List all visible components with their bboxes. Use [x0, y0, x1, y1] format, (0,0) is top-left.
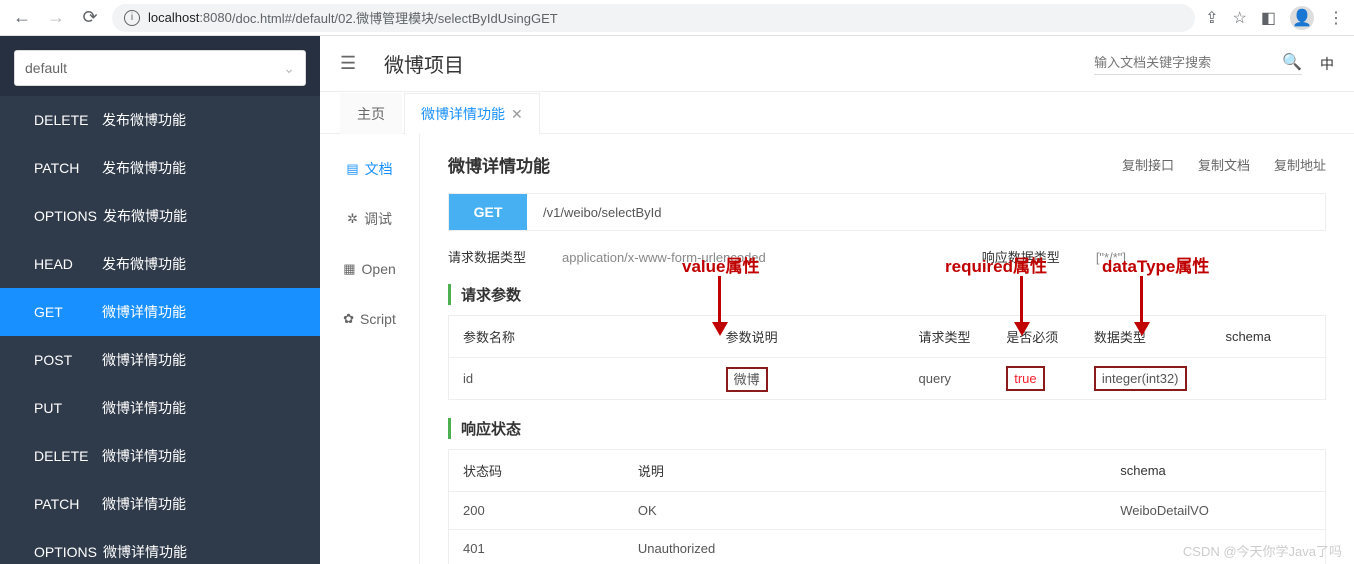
back-button[interactable]: ← [10, 6, 34, 30]
close-icon[interactable]: ✕ [511, 106, 523, 122]
param-required-value: true [1006, 366, 1044, 391]
res-type-value: ["*/*"] [1096, 250, 1126, 265]
subnav-doc[interactable]: ▤文档 [320, 144, 419, 194]
chrome-icons: ⇪ ☆ ◧ 👤 ⋮ [1205, 6, 1344, 30]
bug-icon: ✲ [347, 211, 358, 227]
req-type-label: 请求数据类型 [448, 250, 526, 265]
table-row: id 微博 query true integer(int32) [449, 358, 1326, 400]
group-selector[interactable]: default ⌄ [14, 50, 306, 86]
copy-api-button[interactable]: 复制接口 [1122, 155, 1174, 174]
copy-url-button[interactable]: 复制地址 [1274, 155, 1326, 174]
gear-icon: ✿ [343, 311, 354, 327]
req-params-title: 请求参数 [448, 284, 1326, 305]
api-method: GET [449, 194, 527, 230]
sidebar-item-head-publish[interactable]: HEAD发布微博功能 [0, 240, 320, 288]
main: ☰ 微博项目 🔍 中 主页 微博详情功能✕ ▤文档 ✲调试 ▦Open ✿Scr… [320, 36, 1354, 564]
info-icon: i [124, 10, 140, 26]
menu-list: DELETE发布微博功能 PATCH发布微博功能 OPTIONS发布微博功能 H… [0, 96, 320, 564]
table-header-row: 状态码 说明 schema [449, 450, 1326, 492]
doc-title: 微博详情功能 [448, 152, 550, 177]
app-title: 微博项目 [384, 49, 464, 78]
subnav-open[interactable]: ▦Open [320, 244, 419, 294]
api-row: GET /v1/weibo/selectById [448, 193, 1326, 231]
lang-toggle[interactable]: 中 [1320, 54, 1334, 74]
table-header-row: 参数名称 参数说明 请求类型 是否必须 数据类型 schema [449, 316, 1326, 358]
param-datatype-value: integer(int32) [1094, 366, 1187, 391]
menu-toggle-icon[interactable]: ☰ [340, 53, 368, 74]
url-host: localhost [148, 10, 199, 25]
sidebar-item-patch-publish[interactable]: PATCH发布微博功能 [0, 144, 320, 192]
file-icon: ▦ [343, 261, 355, 277]
tabs: 主页 微博详情功能✕ [320, 92, 1354, 134]
doc-icon: ▤ [346, 161, 358, 177]
sidebar-item-get-detail[interactable]: GET微博详情功能 [0, 288, 320, 336]
sidebar: default ⌄ DELETE发布微博功能 PATCH发布微博功能 OPTIO… [0, 36, 320, 564]
url-bar[interactable]: i localhost:8080/doc.html#/default/02.微博… [112, 4, 1195, 32]
subnav-debug[interactable]: ✲调试 [320, 194, 419, 244]
sidebar-item-patch-detail[interactable]: PATCH微博详情功能 [0, 480, 320, 528]
req-type-value: application/x-www-form-urlencoded [562, 250, 766, 265]
subnav: ▤文档 ✲调试 ▦Open ✿Script [320, 134, 420, 564]
star-icon[interactable]: ☆ [1233, 8, 1247, 28]
table-row: 200 OK WeiboDetailVO [449, 492, 1326, 530]
copy-doc-button[interactable]: 复制文档 [1198, 155, 1250, 174]
sidebar-item-options-publish[interactable]: OPTIONS发布微博功能 [0, 192, 320, 240]
watermark: CSDN @今天你学Java了吗 [1183, 541, 1342, 560]
search-input[interactable] [1094, 55, 1274, 70]
subnav-script[interactable]: ✿Script [320, 294, 419, 344]
tab-home[interactable]: 主页 [340, 93, 402, 134]
chevron-down-icon: ⌄ [283, 60, 295, 77]
reload-button[interactable]: ⟳ [78, 6, 102, 30]
sidebar-item-delete-publish[interactable]: DELETE发布微博功能 [0, 96, 320, 144]
profile-avatar[interactable]: 👤 [1290, 6, 1314, 30]
share-icon[interactable]: ⇪ [1205, 8, 1218, 28]
param-table: 参数名称 参数说明 请求类型 是否必须 数据类型 schema id 微博 qu… [448, 315, 1326, 400]
browser-bar: ← → ⟳ i localhost:8080/doc.html#/default… [0, 0, 1354, 36]
forward-button[interactable]: → [44, 6, 68, 30]
res-status-title: 响应状态 [448, 418, 1326, 439]
content: 微博详情功能 复制接口 复制文档 复制地址 GET /v1/weibo/sele… [420, 134, 1354, 564]
menu-icon[interactable]: ⋮ [1328, 8, 1344, 28]
tab-detail[interactable]: 微博详情功能✕ [404, 93, 540, 134]
search-icon[interactable]: 🔍 [1282, 52, 1302, 72]
param-desc-value: 微博 [726, 367, 768, 392]
header: ☰ 微博项目 🔍 中 [320, 36, 1354, 92]
api-path: /v1/weibo/selectById [527, 194, 662, 230]
search-box: 🔍 [1094, 52, 1302, 75]
panel-icon[interactable]: ◧ [1261, 8, 1276, 28]
sidebar-item-post-detail[interactable]: POST微博详情功能 [0, 336, 320, 384]
sidebar-item-delete-detail[interactable]: DELETE微博详情功能 [0, 432, 320, 480]
sidebar-item-options-detail[interactable]: OPTIONS微博详情功能 [0, 528, 320, 564]
sidebar-item-put-detail[interactable]: PUT微博详情功能 [0, 384, 320, 432]
res-type-label: 响应数据类型 [982, 250, 1060, 265]
